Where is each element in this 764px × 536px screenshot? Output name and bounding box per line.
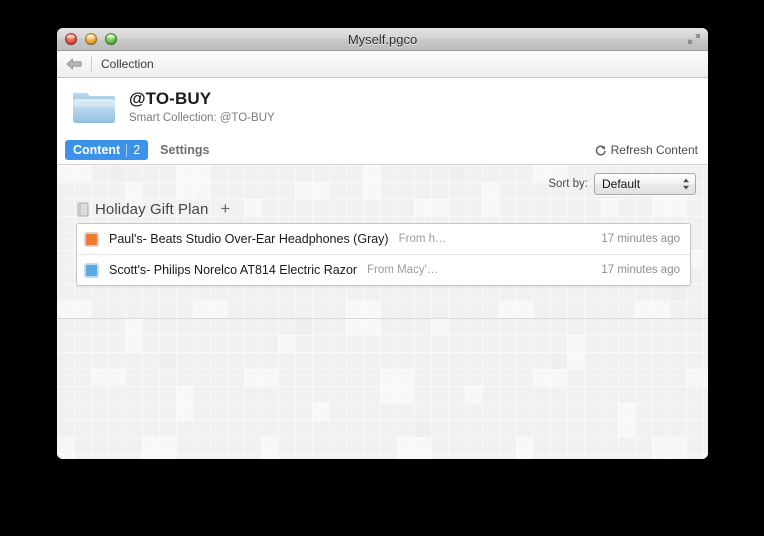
page-title: @TO-BUY xyxy=(129,88,212,108)
refresh-icon xyxy=(594,144,607,157)
add-item-button[interactable]: + xyxy=(220,200,230,217)
item-source: From h… xyxy=(398,233,447,245)
application-window: Myself.pgco Collection @TO-BUY Smart Col… xyxy=(57,28,708,459)
item-title: Scott's- Philips Norelco AT814 Electric … xyxy=(109,263,358,277)
item-source: From Macy'… xyxy=(367,264,439,276)
minimize-button[interactable] xyxy=(85,33,97,45)
tab-content-label: Content xyxy=(73,143,121,157)
collection-subtitle: Smart Collection: @TO-BUY xyxy=(129,111,275,124)
refresh-content-button[interactable]: Refresh Content xyxy=(594,143,698,157)
color-swatch-icon xyxy=(85,263,98,277)
item-timestamp: 17 minutes ago xyxy=(601,264,680,276)
color-swatch-icon xyxy=(85,232,98,246)
close-button[interactable] xyxy=(65,33,77,45)
note-icon xyxy=(77,202,89,217)
content-body: Sort by: Default Holiday Gift Plan + Pau… xyxy=(57,165,708,459)
stepper-arrows-icon xyxy=(682,177,690,191)
collection-header: @TO-BUY Smart Collection: @TO-BUY xyxy=(57,78,708,136)
folder-icon xyxy=(71,88,117,126)
group-title: Holiday Gift Plan xyxy=(95,200,209,218)
tab-content[interactable]: Content 2 xyxy=(65,140,149,160)
item-list: Paul's- Beats Studio Over-Ear Headphones… xyxy=(76,223,691,286)
item-timestamp: 17 minutes ago xyxy=(601,233,680,245)
navigation-bar: Collection xyxy=(57,51,708,78)
nav-divider xyxy=(91,56,92,72)
sort-by-value: Default xyxy=(602,177,641,191)
tab-bar: Content 2 Settings Refresh Content xyxy=(57,136,708,165)
back-arrow-icon[interactable] xyxy=(65,56,85,72)
content-divider xyxy=(57,318,708,319)
sort-by-select[interactable]: Default xyxy=(594,173,696,195)
traffic-light-group xyxy=(65,33,117,45)
collection-text: @TO-BUY Smart Collection: @TO-BUY xyxy=(129,89,275,126)
sort-by-label: Sort by: xyxy=(548,178,588,190)
item-title: Paul's- Beats Studio Over-Ear Headphones… xyxy=(109,232,389,246)
fullscreen-icon[interactable] xyxy=(686,31,702,47)
table-row[interactable]: Scott's- Philips Norelco AT814 Electric … xyxy=(77,255,690,285)
zoom-button[interactable] xyxy=(105,33,117,45)
breadcrumb[interactable]: Collection xyxy=(101,57,154,71)
refresh-content-label: Refresh Content xyxy=(610,143,698,157)
table-row[interactable]: Paul's- Beats Studio Over-Ear Headphones… xyxy=(77,224,690,255)
tab-settings-label: Settings xyxy=(160,143,210,157)
window-title: Myself.pgco xyxy=(347,31,418,47)
tab-content-count: 2 xyxy=(133,143,141,157)
group-header: Holiday Gift Plan + xyxy=(77,199,230,219)
tab-count-divider xyxy=(126,143,128,157)
tab-settings[interactable]: Settings xyxy=(152,140,217,160)
sort-bar: Sort by: Default xyxy=(548,173,696,195)
title-bar: Myself.pgco xyxy=(57,28,708,51)
